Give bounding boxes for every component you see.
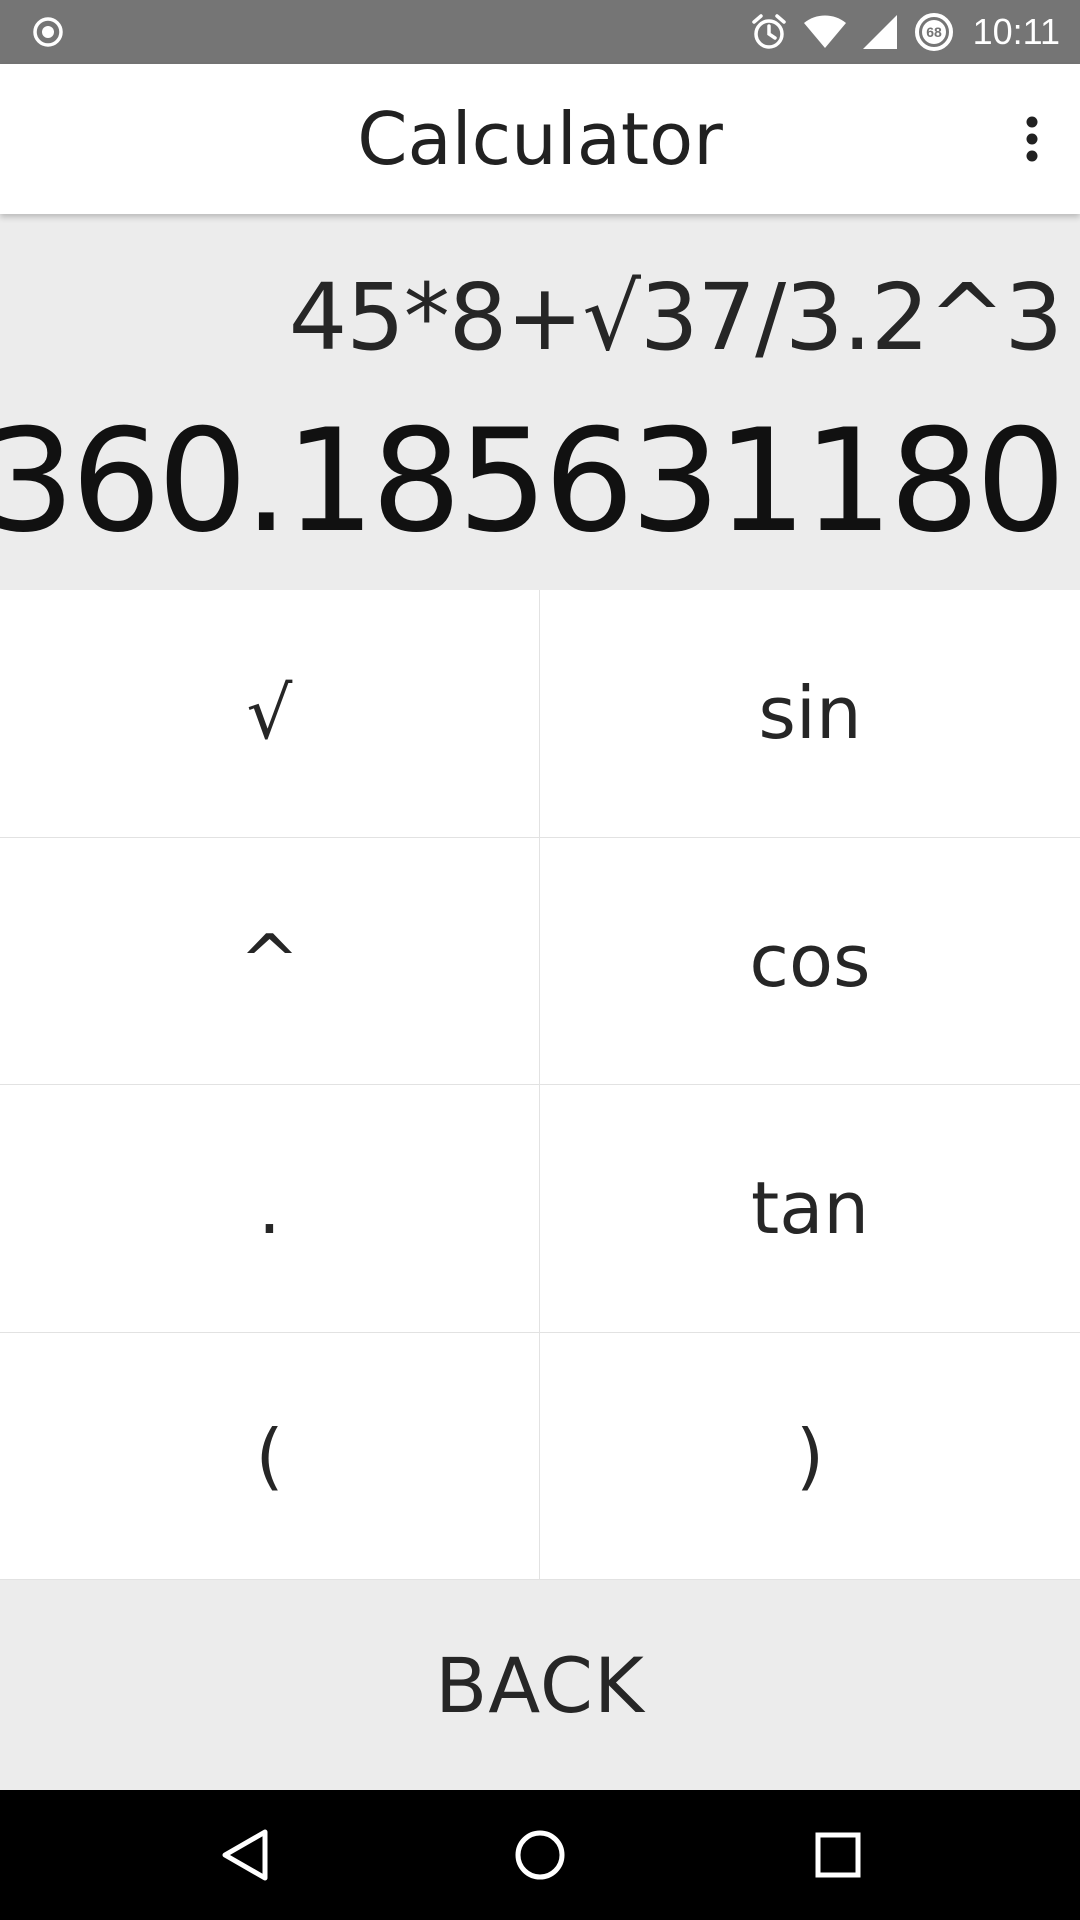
sqrt-key[interactable]: √ bbox=[0, 590, 540, 838]
close-paren-key[interactable]: ) bbox=[540, 1332, 1080, 1580]
app-bar: Calculator bbox=[0, 64, 1080, 214]
cell-signal-icon bbox=[861, 13, 899, 51]
tan-key[interactable]: tan bbox=[540, 1085, 1080, 1333]
power-key[interactable]: ^ bbox=[0, 837, 540, 1085]
status-bar: 68 10:11 bbox=[0, 0, 1080, 64]
status-icons: 68 10:11 bbox=[749, 0, 1060, 64]
svg-text:68: 68 bbox=[926, 24, 942, 40]
app-title: Calculator bbox=[357, 97, 723, 181]
battery-icon: 68 bbox=[913, 11, 955, 53]
decimal-key[interactable]: . bbox=[0, 1085, 540, 1333]
home-nav-icon[interactable] bbox=[510, 1825, 570, 1885]
calculator-display: 45*8+√37/3.2^3 360.185631180 bbox=[0, 214, 1080, 590]
result-text: 360.185631180 bbox=[0, 399, 1066, 564]
advanced-keypad: √ sin ^ cos . tan ( ) bbox=[0, 590, 1080, 1580]
alarm-icon bbox=[749, 12, 789, 52]
sin-key[interactable]: sin bbox=[540, 590, 1080, 838]
open-paren-key[interactable]: ( bbox=[0, 1332, 540, 1580]
back-button[interactable]: BACK bbox=[0, 1580, 1080, 1790]
expression-text[interactable]: 45*8+√37/3.2^3 bbox=[289, 264, 1063, 371]
recents-nav-icon[interactable] bbox=[808, 1825, 868, 1885]
status-time: 10:11 bbox=[972, 11, 1060, 52]
back-nav-icon[interactable] bbox=[215, 1825, 275, 1885]
cos-key[interactable]: cos bbox=[540, 837, 1080, 1085]
nav-bar bbox=[0, 1790, 1080, 1920]
wifi-icon bbox=[803, 14, 847, 50]
more-vert-icon[interactable] bbox=[1002, 109, 1062, 169]
record-icon bbox=[32, 16, 64, 48]
